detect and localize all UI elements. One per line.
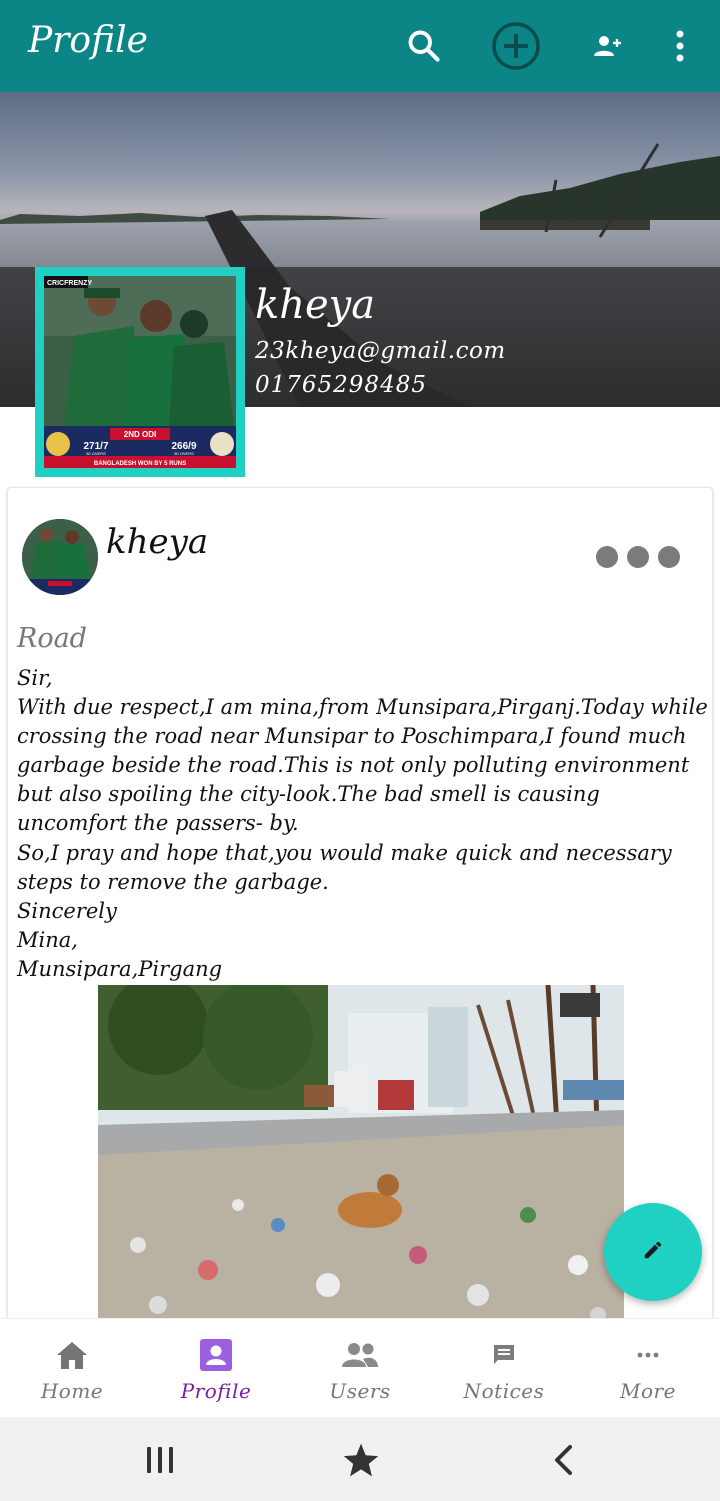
profile-icon: [196, 1337, 236, 1373]
back-icon[interactable]: [538, 1435, 588, 1485]
more-vert-icon[interactable]: [654, 20, 706, 72]
nav-users[interactable]: Users: [288, 1319, 432, 1418]
profile-email: 23kheya@gmail.com: [255, 338, 506, 364]
nav-more[interactable]: More: [576, 1319, 720, 1418]
recents-icon[interactable]: [135, 1435, 185, 1485]
nav-users-label: Users: [329, 1379, 391, 1403]
home-star-icon[interactable]: [336, 1435, 386, 1485]
app-bar: Profile: [0, 0, 720, 92]
nav-notices[interactable]: Notices: [432, 1319, 576, 1418]
post-author-avatar[interactable]: [22, 519, 98, 595]
avatar-overs-right: 50 OVERS: [174, 451, 194, 456]
avatar-result-text: BANGLADESH WON BY 5 RUNS: [94, 461, 186, 467]
profile-name: kheya: [255, 282, 376, 328]
post-body: Sir, With due respect,I am mina,from Mun…: [17, 666, 708, 981]
profile-phone: 01765298485: [255, 372, 427, 398]
avatar-match-text: 2ND ODI: [124, 430, 156, 439]
post-author-name: kheya: [106, 522, 209, 562]
post-card: kheya Road Sir, With due respect,I am mi…: [7, 487, 713, 1327]
more-horiz-icon[interactable]: [596, 546, 680, 568]
post-title: Road: [17, 623, 87, 654]
nav-more-label: More: [620, 1379, 676, 1403]
avatar-brand-text: CRICFRENZY: [47, 280, 92, 287]
nav-notices-label: Notices: [463, 1379, 545, 1403]
page-title: Profile: [28, 20, 148, 61]
system-nav-bar: [0, 1417, 720, 1501]
search-icon[interactable]: [398, 20, 450, 72]
home-icon: [52, 1337, 92, 1373]
avatar-photo: CRICFRENZY 2ND ODI 271/7 266/9 50 OVERS …: [44, 276, 236, 468]
edit-fab[interactable]: [604, 1203, 702, 1301]
nav-home-label: Home: [40, 1379, 104, 1403]
profile-avatar[interactable]: CRICFRENZY 2ND ODI 271/7 266/9 50 OVERS …: [35, 267, 245, 477]
more-horiz-icon: [628, 1337, 668, 1373]
nav-profile-label: Profile: [180, 1379, 252, 1403]
nav-profile[interactable]: Profile: [144, 1319, 288, 1418]
edit-pencil-icon: [642, 1239, 664, 1265]
bottom-nav: Home Profile Users Notices More: [0, 1318, 720, 1417]
add-user-icon[interactable]: [582, 20, 634, 72]
avatar-overs-left: 50 OVERS: [86, 451, 106, 456]
nav-home[interactable]: Home: [0, 1319, 144, 1418]
post-image[interactable]: [98, 985, 624, 1326]
add-circle-icon[interactable]: [490, 20, 542, 72]
notices-icon: [484, 1337, 524, 1373]
users-icon: [340, 1337, 380, 1373]
